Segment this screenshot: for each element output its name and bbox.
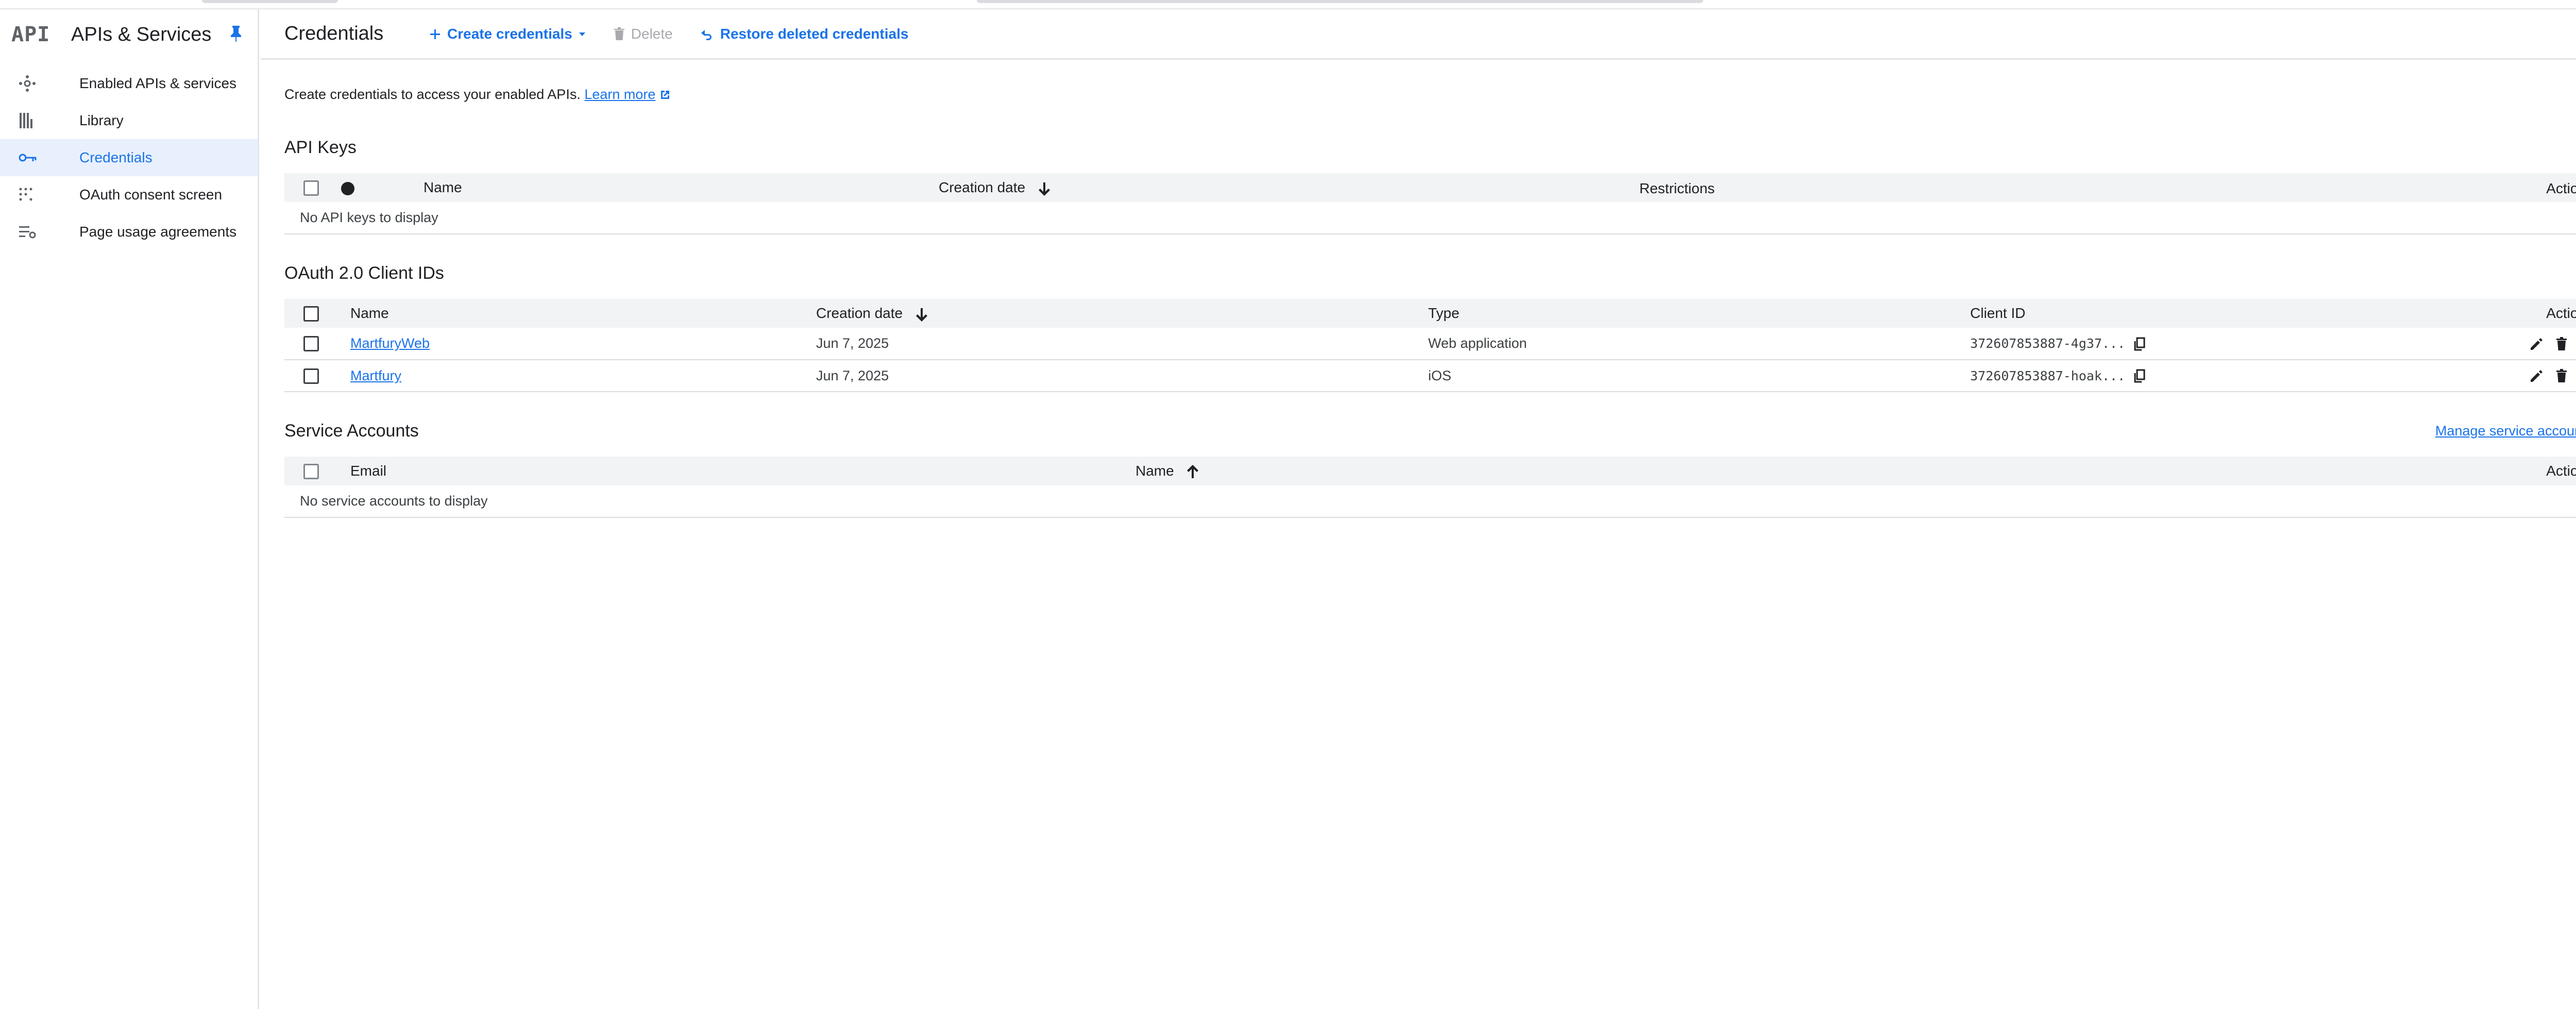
creation-date-label: Creation date [939,179,1026,195]
hub-icon [19,73,43,94]
client-name-link[interactable]: Martfury [350,368,401,383]
service-accounts-header: Service Accounts Manage service accounts [284,421,2576,441]
delete-label: Delete [631,25,673,42]
add-icon [430,29,440,39]
sidebar-item-label: Page usage agreements [79,224,237,240]
column-header-creation-date[interactable]: Creation date [816,299,1428,328]
external-link-icon[interactable] [659,89,671,100]
sidebar-item-page-usage[interactable]: Page usage agreements [0,213,258,250]
select-all-checkbox[interactable] [303,306,319,322]
select-all-checkbox[interactable] [303,180,319,196]
top-search-fragment [977,0,1703,3]
table-header-row: Email Name Actions [284,457,2576,485]
sidebar-item-label: OAuth consent screen [79,187,223,203]
column-header-restrictions: Restrictions [1639,180,1715,196]
empty-message: No API keys to display [284,202,2576,234]
creation-date-cell: Jun 7, 2025 [816,360,1428,392]
name-label: Name [1136,463,1174,479]
column-header-actions: Actions [2546,305,2576,321]
sidebar-item-credentials[interactable]: Credentials [0,139,258,176]
copy-icon[interactable] [2133,369,2146,383]
arrow-down-icon [916,308,927,322]
undo-icon [701,29,711,40]
table-row: MartfuryWeb Jun 7, 2025 Web application … [284,328,2576,360]
arrow-down-icon [1038,182,1050,196]
type-cell: iOS [1428,360,1970,392]
table-row: Martfury Jun 7, 2025 iOS 372607853887-ho… [284,360,2576,392]
client-id-value: 372607853887-4g37... [1970,336,2126,351]
service-accounts-table: Email Name Actions No service accounts t… [284,457,2576,518]
column-header-type[interactable]: Type [1428,299,1970,328]
settings-list-icon [19,222,43,242]
create-credentials-button[interactable]: Create credentials [429,26,587,42]
column-header-actions: Actions [2546,463,2576,479]
copy-icon[interactable] [2133,337,2146,351]
status-dot-icon [341,181,354,195]
dropdown-arrow-icon [579,32,585,36]
trash-icon[interactable] [2555,369,2568,383]
oauth-title: OAuth 2.0 Client IDs [284,263,444,283]
manage-service-accounts-link[interactable]: Manage service accounts [2435,423,2576,439]
oauth-table: Name Creation date Type Client ID Action… [284,299,2576,392]
page-title: Credentials [284,23,384,44]
sidebar-nav: Enabled APIs & services Library Credenti… [0,65,258,250]
restore-deleted-credentials-button[interactable]: Restore deleted credentials [700,25,909,42]
create-credentials-label: Create credentials [447,25,572,42]
consent-icon [19,184,43,205]
api-keys-title: API Keys [284,138,357,157]
creation-date-cell: Jun 7, 2025 [816,328,1428,360]
api-logo: API [11,23,50,46]
column-header-name[interactable]: Name [350,299,816,328]
table-header-row: Name Creation date Type Client ID Action… [284,299,2576,328]
key-icon [19,147,43,168]
credentials-content: Create credentials to access your enable… [261,87,2576,518]
trash-icon [614,27,624,40]
service-accounts-title: Service Accounts [284,421,419,441]
top-tab-fragment [202,0,338,3]
edit-icon[interactable] [2529,337,2544,351]
table-header-row: Name Creation date Restrictions Actions [284,173,2576,202]
sidebar-title: APIs & Services [71,23,212,45]
api-keys-table: Name Creation date Restrictions Actions … [284,173,2576,234]
column-header-name[interactable]: Name [1136,457,2323,485]
column-header-client-id: Client ID [1970,305,2026,321]
column-header-creation-date[interactable]: Creation date [939,173,1639,202]
trash-icon[interactable] [2555,337,2568,351]
creation-date-label: Creation date [816,305,903,321]
sidebar-item-oauth-consent[interactable]: OAuth consent screen [0,176,258,213]
client-name-link[interactable]: MartfuryWeb [350,335,430,351]
browser-top-strip [0,0,2576,9]
type-cell: Web application [1428,328,1970,360]
sidebar-item-label: Credentials [79,149,152,165]
page-header: Credentials Create credentials Delete Re… [261,9,2576,60]
column-header-actions: Actions [2546,180,2576,196]
column-header-email[interactable]: Email [350,457,1136,485]
empty-row: No service accounts to display [284,485,2576,518]
empty-row: No API keys to display [284,202,2576,234]
row-checkbox[interactable] [303,368,319,384]
row-checkbox[interactable] [303,336,319,352]
library-icon [19,110,43,131]
edit-icon[interactable] [2529,369,2544,383]
learn-more-link[interactable]: Learn more [584,87,655,102]
sidebar-item-label: Enabled APIs & services [79,75,237,91]
restore-label: Restore deleted credentials [720,25,909,42]
sidebar: API APIs & Services Enabled APIs & servi… [0,9,259,1009]
main-content: Credentials Create credentials Delete Re… [261,9,2576,1009]
intro-message: Create credentials to access your enable… [284,87,581,102]
client-id-value: 372607853887-hoak... [1970,368,2126,383]
select-all-checkbox[interactable] [303,464,319,480]
pin-icon[interactable] [230,25,242,45]
delete-button[interactable]: Delete [614,26,673,42]
sidebar-item-library[interactable]: Library [0,102,258,139]
sidebar-item-label: Library [79,112,124,128]
column-header-name[interactable]: Name [423,173,939,202]
sidebar-item-enabled-apis[interactable]: Enabled APIs & services [0,65,258,102]
intro-text: Create credentials to access your enable… [284,87,2576,103]
empty-message: No service accounts to display [284,485,2576,518]
sidebar-header: API APIs & Services [0,9,258,60]
arrow-up-icon [1187,464,1199,478]
